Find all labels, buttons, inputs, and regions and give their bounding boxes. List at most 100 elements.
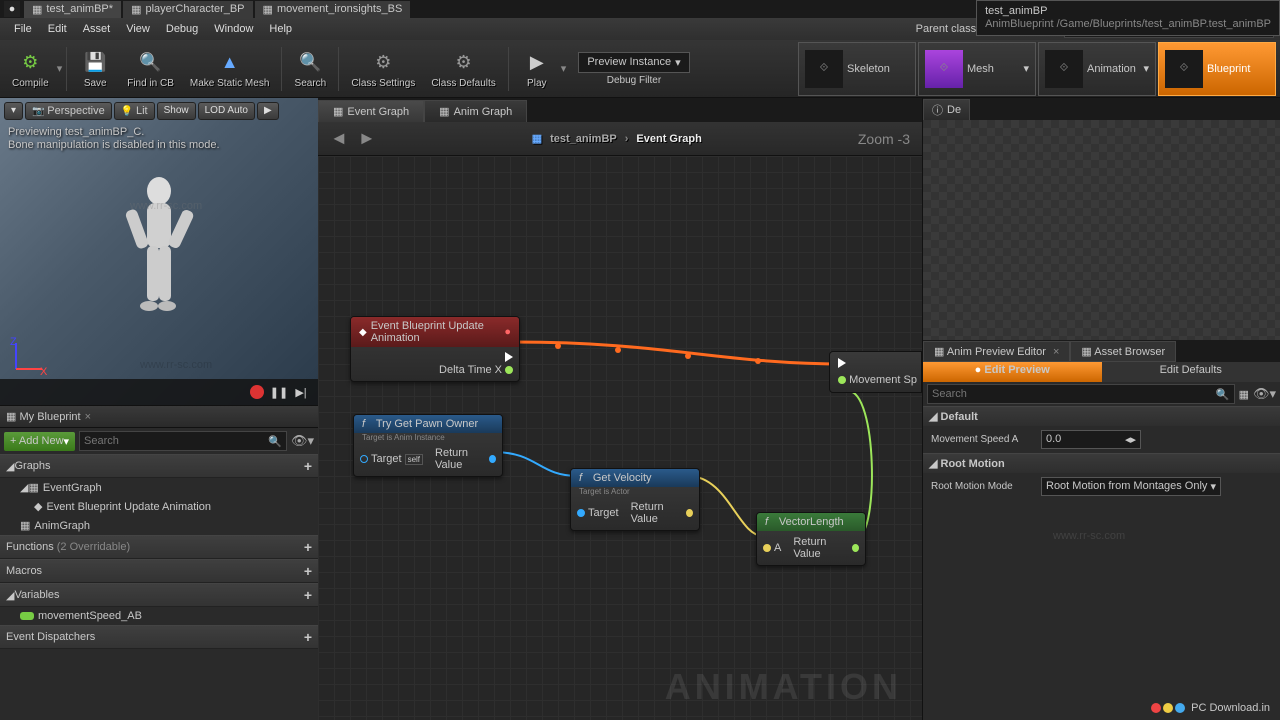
- breadcrumb-current[interactable]: Event Graph: [636, 133, 701, 145]
- add-new-button[interactable]: + Add New ▾: [4, 432, 75, 451]
- tab-anim-preview[interactable]: ▦ Anim Preview Editor ×: [923, 341, 1070, 362]
- subtab-edit-preview[interactable]: ● Edit Preview: [923, 362, 1102, 382]
- node-vector-length[interactable]: f VectorLength A Return Value: [756, 512, 866, 566]
- menu-window[interactable]: Window: [206, 21, 261, 37]
- viewport[interactable]: ▾ 📷 Perspective 💡 Lit Show LOD Auto ▶ Pr…: [0, 98, 318, 406]
- tree-cat-functions[interactable]: Functions (2 Overridable)+: [0, 535, 318, 559]
- add-icon[interactable]: +: [304, 539, 312, 555]
- panel-close-icon[interactable]: ×: [85, 411, 91, 423]
- mode-mesh[interactable]: ⟐Mesh▾: [918, 42, 1036, 96]
- grid-icon[interactable]: ▦: [1239, 388, 1249, 401]
- movement-speed-pin[interactable]: Movement Sp: [838, 374, 917, 386]
- tree-cat-graphs[interactable]: ◢Graphs+: [0, 454, 318, 478]
- exec-out-pin[interactable]: [505, 352, 513, 362]
- find-in-cb-button[interactable]: 🔍Find in CB: [119, 42, 182, 96]
- return-value-pin[interactable]: Return Value: [631, 501, 693, 525]
- node-try-get-pawn-owner[interactable]: f Try Get Pawn Owner Target is Anim Inst…: [353, 414, 503, 477]
- record-button[interactable]: [248, 383, 266, 401]
- eye-icon[interactable]: 👁▾: [1253, 386, 1276, 402]
- title-tab[interactable]: ▦ playerCharacter_BP: [123, 1, 252, 18]
- tree-cat-variables[interactable]: ◢Variables+: [0, 583, 318, 607]
- target-pin[interactable]: Target self: [360, 453, 423, 465]
- file-icon: ▦: [131, 3, 141, 16]
- menu-debug[interactable]: Debug: [158, 21, 206, 37]
- add-icon[interactable]: +: [304, 629, 312, 645]
- tree-item-animgraph[interactable]: ▦ AnimGraph: [0, 516, 318, 535]
- subtab-edit-defaults[interactable]: Edit Defaults: [1102, 362, 1280, 382]
- menu-asset[interactable]: Asset: [75, 21, 119, 37]
- magnify-icon: 🔍: [296, 48, 324, 76]
- prop-root-motion-mode: Root Motion Mode Root Motion from Montag…: [923, 473, 1280, 500]
- my-blueprint-search[interactable]: 🔍: [79, 431, 287, 451]
- step-button[interactable]: ▶|: [292, 383, 310, 401]
- add-icon[interactable]: +: [304, 587, 312, 603]
- viewport-menu[interactable]: ▾: [4, 102, 23, 120]
- viewport-show[interactable]: Show: [157, 102, 196, 120]
- preview-instance-combo[interactable]: Preview Instance▾: [578, 52, 689, 73]
- eye-icon[interactable]: 👁▾: [291, 433, 314, 449]
- mode-blueprint[interactable]: ⟐Blueprint: [1158, 42, 1276, 96]
- node-get-velocity[interactable]: f Get Velocity Target is Actor Target Re…: [570, 468, 700, 531]
- property-search[interactable]: 🔍: [927, 384, 1235, 404]
- viewport-perspective[interactable]: 📷 Perspective: [25, 102, 112, 120]
- viewport-lit[interactable]: 💡 Lit: [114, 102, 155, 120]
- delta-time-pin[interactable]: Delta Time X: [439, 364, 513, 376]
- title-tab-label: playerCharacter_BP: [145, 3, 244, 15]
- tooltip: test_animBP AnimBlueprint /Game/Blueprin…: [976, 0, 1280, 36]
- exec-in-pin[interactable]: [838, 358, 917, 368]
- mode-skeleton[interactable]: ⟐Skeleton: [798, 42, 916, 96]
- node-set-cutoff[interactable]: Movement Sp: [829, 351, 922, 393]
- prop-cat-default[interactable]: ◢ Default: [923, 406, 1280, 426]
- movement-speed-input[interactable]: 0.0◂▸: [1041, 430, 1141, 449]
- node-header: f VectorLength: [757, 513, 865, 531]
- play-button[interactable]: ▶Play: [513, 42, 561, 96]
- return-value-pin[interactable]: Return Value: [793, 536, 859, 560]
- svg-text:X: X: [40, 366, 48, 377]
- tree-cat-macros[interactable]: Macros+: [0, 559, 318, 583]
- breadcrumb-root[interactable]: test_animBP: [550, 133, 617, 145]
- node-event-bp-update[interactable]: ◆ Event Blueprint Update Animation ● Del…: [350, 316, 520, 382]
- nav-fwd-button[interactable]: ►: [358, 128, 376, 149]
- property-search-bar: 🔍 ▦ 👁▾: [923, 382, 1280, 406]
- a-pin[interactable]: A: [763, 542, 781, 554]
- class-settings-button[interactable]: ⚙Class Settings: [343, 42, 423, 96]
- nav-back-button[interactable]: ◄: [330, 128, 348, 149]
- graph-tab-anim[interactable]: ▦ Anim Graph: [424, 100, 527, 122]
- target-pin[interactable]: Target: [577, 507, 619, 519]
- return-value-pin[interactable]: Return Value: [435, 447, 496, 471]
- pause-button[interactable]: ❚❚: [270, 383, 288, 401]
- viewport-speed[interactable]: ▶: [257, 102, 279, 120]
- tree-item-variable[interactable]: movementSpeed_AB: [0, 607, 318, 625]
- menu-file[interactable]: File: [6, 21, 40, 37]
- prop-movement-speed: Movement Speed A 0.0◂▸: [923, 426, 1280, 453]
- compile-button[interactable]: ⚙Compile: [4, 42, 57, 96]
- prop-cat-root-motion[interactable]: ◢ Root Motion: [923, 453, 1280, 473]
- class-defaults-button[interactable]: ⚙Class Defaults: [423, 42, 503, 96]
- menu-help[interactable]: Help: [261, 21, 300, 37]
- blueprint-icon: ⟐: [1165, 50, 1203, 88]
- root-motion-combo[interactable]: Root Motion from Montages Only▾: [1041, 477, 1221, 496]
- node-subtitle: Target is Actor: [571, 487, 699, 496]
- title-tab[interactable]: ▦test_animBP*: [24, 1, 121, 18]
- title-tab[interactable]: ▦movement_ironsights_BS: [255, 1, 411, 18]
- tree-item-eventgraph[interactable]: ◢▦ EventGraph: [0, 478, 318, 497]
- search-button[interactable]: 🔍Search: [286, 42, 334, 96]
- tree-item-event-bp-update[interactable]: ◆ Event Blueprint Update Animation: [0, 497, 318, 516]
- save-button[interactable]: 💾Save: [71, 42, 119, 96]
- add-icon[interactable]: +: [304, 458, 312, 474]
- make-static-mesh-button[interactable]: ▲Make Static Mesh: [182, 42, 277, 96]
- details-tab[interactable]: ⓘ De: [923, 99, 970, 120]
- graph-tabs: ▦ Event Graph ▦ Anim Graph: [318, 98, 922, 122]
- viewport-lod[interactable]: LOD Auto: [198, 102, 255, 120]
- graph-tab-event[interactable]: ▦ Event Graph: [318, 100, 424, 122]
- menu-view[interactable]: View: [118, 21, 158, 37]
- mode-animation[interactable]: ⟐Animation▾: [1038, 42, 1156, 96]
- graph-canvas[interactable]: ◆ Event Blueprint Update Animation ● Del…: [318, 156, 922, 720]
- add-icon[interactable]: +: [304, 563, 312, 579]
- menu-edit[interactable]: Edit: [40, 21, 75, 37]
- tab-asset-browser[interactable]: ▦ Asset Browser: [1070, 341, 1176, 362]
- spinner-icon[interactable]: ◂▸: [1125, 433, 1136, 446]
- debug-filter-label: Debug Filter: [578, 75, 689, 86]
- panel-icon: ▦: [6, 410, 16, 423]
- tree-cat-dispatchers[interactable]: Event Dispatchers+: [0, 625, 318, 649]
